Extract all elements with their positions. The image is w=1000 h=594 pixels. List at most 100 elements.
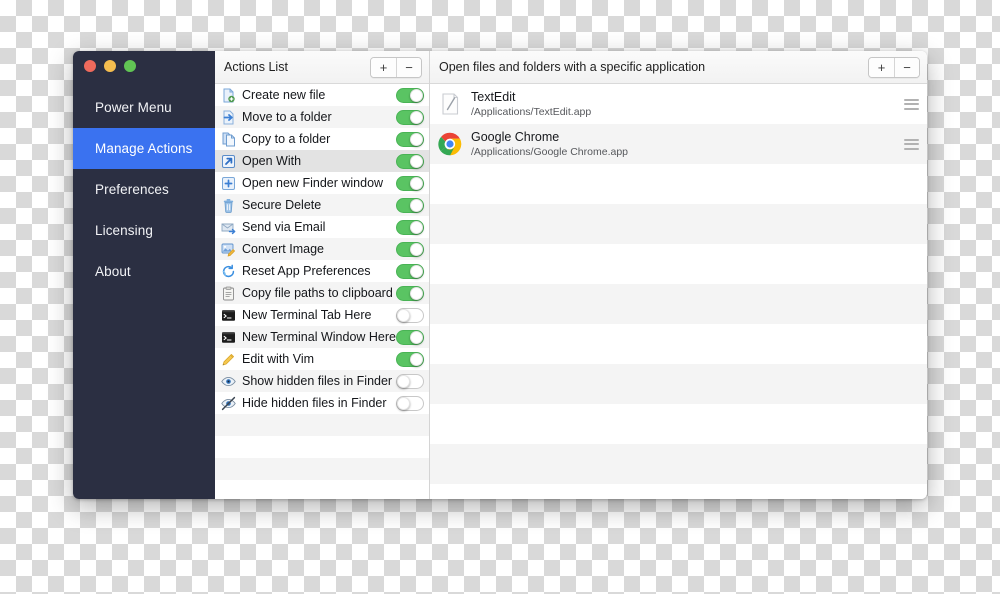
maximize-window-button[interactable] — [124, 60, 136, 72]
empty-application-row — [430, 444, 927, 484]
action-row[interactable]: Reset App Preferences — [215, 260, 429, 282]
chrome-icon — [437, 131, 463, 157]
action-toggle[interactable] — [396, 153, 424, 169]
sidebar-nav: Power Menu Manage Actions Preferences Licen… — [73, 87, 215, 292]
toggle-knob — [410, 110, 423, 124]
action-row[interactable]: Create new file — [215, 84, 429, 106]
application-path: /Applications/Google Chrome.app — [471, 145, 629, 158]
sidebar-item-power-menu[interactable]: Power Menu — [73, 87, 215, 128]
action-toggle[interactable] — [396, 285, 424, 301]
remove-application-button[interactable]: − — [894, 57, 919, 77]
toggle-knob — [397, 374, 410, 388]
action-label: Convert Image — [242, 242, 324, 256]
drag-handle-icon[interactable] — [904, 138, 919, 150]
action-row[interactable]: Secure Delete — [215, 194, 429, 216]
minimize-window-button[interactable] — [104, 60, 116, 72]
action-toggle[interactable] — [396, 219, 424, 235]
empty-action-row — [215, 414, 429, 436]
clipboard-icon — [221, 286, 236, 301]
action-toggle[interactable] — [396, 109, 424, 125]
empty-application-row — [430, 324, 927, 364]
actions-list-title: Actions List — [224, 60, 288, 74]
action-label: New Terminal Tab Here — [242, 308, 372, 322]
action-row[interactable]: Hide hidden files in Finder — [215, 392, 429, 414]
empty-application-row — [430, 284, 927, 324]
actions-list-rows: Create new file Move to a folder Copy to a… — [215, 84, 429, 499]
action-row[interactable]: Copy file paths to clipboard — [215, 282, 429, 304]
action-toggle[interactable] — [396, 87, 424, 103]
toggle-knob — [410, 330, 423, 344]
remove-action-button[interactable]: − — [396, 57, 421, 77]
action-label: Copy to a folder — [242, 132, 331, 146]
toggle-knob — [410, 154, 423, 168]
application-meta: TextEdit/Applications/TextEdit.app — [471, 90, 904, 119]
action-row[interactable]: Open new Finder window — [215, 172, 429, 194]
envelope-icon — [221, 220, 236, 235]
toggle-knob — [410, 198, 423, 212]
action-label: Send via Email — [242, 220, 326, 234]
action-toggle[interactable] — [396, 131, 424, 147]
drag-handle-icon[interactable] — [904, 98, 919, 110]
toggle-knob — [410, 352, 423, 366]
action-row[interactable]: New Terminal Tab Here — [215, 304, 429, 326]
empty-application-row — [430, 204, 927, 244]
action-toggle[interactable] — [396, 263, 424, 279]
application-row[interactable]: TextEdit/Applications/TextEdit.app — [430, 84, 927, 124]
actions-list-segmented-controls: + − — [370, 56, 422, 78]
action-label: Open new Finder window — [242, 176, 384, 190]
sidebar-item-label: Preferences — [95, 182, 169, 197]
add-application-button[interactable]: + — [869, 57, 894, 77]
sidebar-item-about[interactable]: About — [73, 251, 215, 292]
detail-panel: Open files and folders with a specific a… — [430, 51, 927, 499]
action-label: Move to a folder — [242, 110, 332, 124]
application-row[interactable]: Google Chrome/Applications/Google Chrome… — [430, 124, 927, 164]
action-label: Reset App Preferences — [242, 264, 371, 278]
application-list-rows: TextEdit/Applications/TextEdit.app Google… — [430, 84, 927, 499]
open-with-arrow-icon — [221, 154, 236, 169]
application-name: TextEdit — [471, 89, 516, 104]
action-toggle[interactable] — [396, 395, 424, 411]
action-row[interactable]: Open With — [215, 150, 429, 172]
pencil-icon — [221, 352, 236, 367]
sidebar-item-label: Licensing — [95, 223, 153, 238]
detail-segmented-controls: + − — [868, 56, 920, 78]
add-action-button[interactable]: + — [371, 57, 396, 77]
action-row[interactable]: New Terminal Window Here — [215, 326, 429, 348]
empty-application-row — [430, 364, 927, 404]
action-row[interactable]: Copy to a folder — [215, 128, 429, 150]
action-row[interactable]: Move to a folder — [215, 106, 429, 128]
action-label: New Terminal Window Here — [242, 330, 396, 344]
toggle-knob — [410, 132, 423, 146]
action-toggle[interactable] — [396, 329, 424, 345]
sidebar-item-manage-actions[interactable]: Manage Actions — [73, 128, 215, 169]
action-toggle[interactable] — [396, 373, 424, 389]
new-window-icon — [221, 176, 236, 191]
move-arrow-icon — [221, 110, 236, 125]
toggle-knob — [410, 88, 423, 102]
action-toggle[interactable] — [396, 175, 424, 191]
action-toggle[interactable] — [396, 307, 424, 323]
terminal-icon — [221, 308, 236, 323]
action-label: Edit with Vim — [242, 352, 315, 366]
action-row[interactable]: Convert Image — [215, 238, 429, 260]
action-row[interactable]: Edit with Vim — [215, 348, 429, 370]
action-label: Create new file — [242, 88, 326, 102]
action-row[interactable]: Send via Email — [215, 216, 429, 238]
toggle-knob — [397, 396, 410, 410]
action-toggle[interactable] — [396, 197, 424, 213]
action-toggle[interactable] — [396, 351, 424, 367]
detail-panel-title: Open files and folders with a specific a… — [439, 60, 706, 74]
toggle-knob — [410, 264, 423, 278]
sidebar-item-licensing[interactable]: Licensing — [73, 210, 215, 251]
action-toggle[interactable] — [396, 241, 424, 257]
toggle-knob — [410, 242, 423, 256]
close-window-button[interactable] — [84, 60, 96, 72]
empty-application-row — [430, 244, 927, 284]
terminal-icon — [221, 330, 236, 345]
sidebar-item-preferences[interactable]: Preferences — [73, 169, 215, 210]
toggle-knob — [410, 176, 423, 190]
sidebar-item-label: Power Menu — [95, 100, 172, 115]
action-row[interactable]: Show hidden files in Finder — [215, 370, 429, 392]
action-label: Open With — [242, 154, 302, 168]
action-label: Hide hidden files in Finder — [242, 396, 387, 410]
